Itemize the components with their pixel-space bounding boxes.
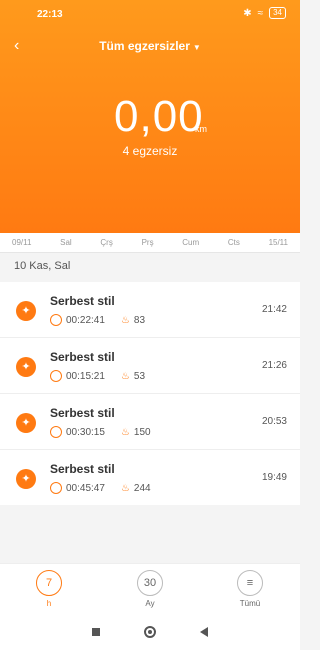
day-label[interactable]: 15/11 [269, 238, 288, 247]
distance-value: 0,00 [114, 92, 204, 141]
status-icons: ✱ ≈ 34 [243, 7, 286, 19]
workout-row[interactable]: ✦ Serbest stil 00:45:47 ♨ 244 19:49 [0, 449, 300, 505]
workout-name: Serbest stil [50, 294, 115, 308]
exercise-filter-dropdown[interactable]: Tüm egzersizler ▼ [0, 39, 300, 53]
workout-calories: 150 [133, 426, 151, 438]
bottom-navigation: 7 h 30 Ay ≡ Tümü [0, 563, 300, 614]
date-heading: 10 Kas, Sal [14, 260, 71, 272]
header: 22:13 ✱ ≈ 34 ‹ Tüm egzersizler ▼ 0,00 km … [0, 0, 300, 233]
menu-icon: ≡ [237, 570, 263, 596]
status-bar: 22:13 ✱ ≈ 34 [0, 0, 300, 24]
workout-list: ✦ Serbest stil 00:22:41 ♨ 83 21:42 ✦ Ser… [0, 282, 300, 505]
home-icon[interactable] [144, 625, 156, 638]
nav-tab-label: Tümü [239, 599, 261, 608]
day-label[interactable]: Çrş [100, 238, 112, 247]
bluetooth-icon: ✱ [243, 7, 252, 19]
day-label[interactable]: Prş [142, 238, 154, 247]
clock-icon [50, 426, 62, 438]
swimmer-icon: ✦ [16, 357, 36, 377]
workout-name: Serbest stil [50, 350, 115, 364]
workout-time: 21:42 [261, 304, 287, 315]
week-axis: 09/11 Sal Çrş Prş Cum Cts 15/11 [0, 233, 300, 253]
wifi-icon: ≈ [257, 7, 264, 19]
nav-tab-month[interactable]: 30 Ay [128, 570, 172, 608]
exercise-count: 4 egzersiz [122, 144, 178, 158]
workout-duration: 00:30:15 [66, 426, 105, 438]
week-number: 7 [36, 570, 62, 596]
workout-duration: 00:15:21 [66, 370, 105, 382]
battery-icon: 34 [269, 7, 286, 19]
workout-time: 21:26 [261, 360, 287, 371]
nav-tab-label: h [46, 599, 52, 608]
distance-unit: km [195, 124, 207, 134]
nav-tab-week[interactable]: 7 h [27, 570, 71, 608]
month-number: 30 [137, 570, 163, 596]
swimmer-icon: ✦ [16, 301, 36, 321]
workout-meta: 00:15:21 ♨ 53 [50, 370, 145, 382]
nav-tab-label: Ay [145, 599, 155, 608]
back-triangle-icon[interactable] [200, 626, 208, 637]
clock-icon [50, 482, 62, 494]
workout-calories: 244 [133, 482, 151, 494]
flame-icon: ♨ [120, 314, 130, 326]
workout-time: 19:49 [261, 472, 287, 483]
day-label[interactable]: Sal [60, 238, 72, 247]
status-time: 22:13 [37, 9, 63, 20]
workout-calories: 53 [133, 370, 146, 382]
swimmer-icon: ✦ [16, 413, 36, 433]
clock-icon [50, 370, 62, 382]
day-label[interactable]: 09/11 [12, 238, 31, 247]
workout-row[interactable]: ✦ Serbest stil 00:30:15 ♨ 150 20:53 [0, 393, 300, 449]
workout-row[interactable]: ✦ Serbest stil 00:15:21 ♨ 53 21:26 [0, 337, 300, 393]
workout-name: Serbest stil [50, 462, 115, 476]
workout-meta: 00:30:15 ♨ 150 [50, 426, 151, 438]
flame-icon: ♨ [120, 482, 130, 494]
workout-row[interactable]: ✦ Serbest stil 00:22:41 ♨ 83 21:42 [0, 282, 300, 337]
workout-duration: 00:45:47 [66, 482, 105, 494]
workout-name: Serbest stil [50, 406, 115, 420]
workout-time: 20:53 [261, 416, 287, 427]
workout-calories: 83 [133, 314, 146, 326]
flame-icon: ♨ [120, 426, 130, 438]
workout-meta: 00:22:41 ♨ 83 [50, 314, 145, 326]
chevron-down-icon: ▼ [192, 43, 201, 52]
filter-label: Tüm egzersizler [99, 39, 190, 53]
day-label[interactable]: Cts [228, 238, 240, 247]
day-label[interactable]: Cum [182, 238, 199, 247]
clock-icon [50, 314, 62, 326]
flame-icon: ♨ [120, 370, 130, 382]
system-navigation-bar [0, 613, 300, 650]
workout-meta: 00:45:47 ♨ 244 [50, 482, 151, 494]
workout-duration: 00:22:41 [66, 314, 105, 326]
swimmer-icon: ✦ [16, 469, 36, 489]
recents-icon[interactable] [92, 627, 100, 636]
nav-tab-all[interactable]: ≡ Tümü [228, 570, 272, 608]
